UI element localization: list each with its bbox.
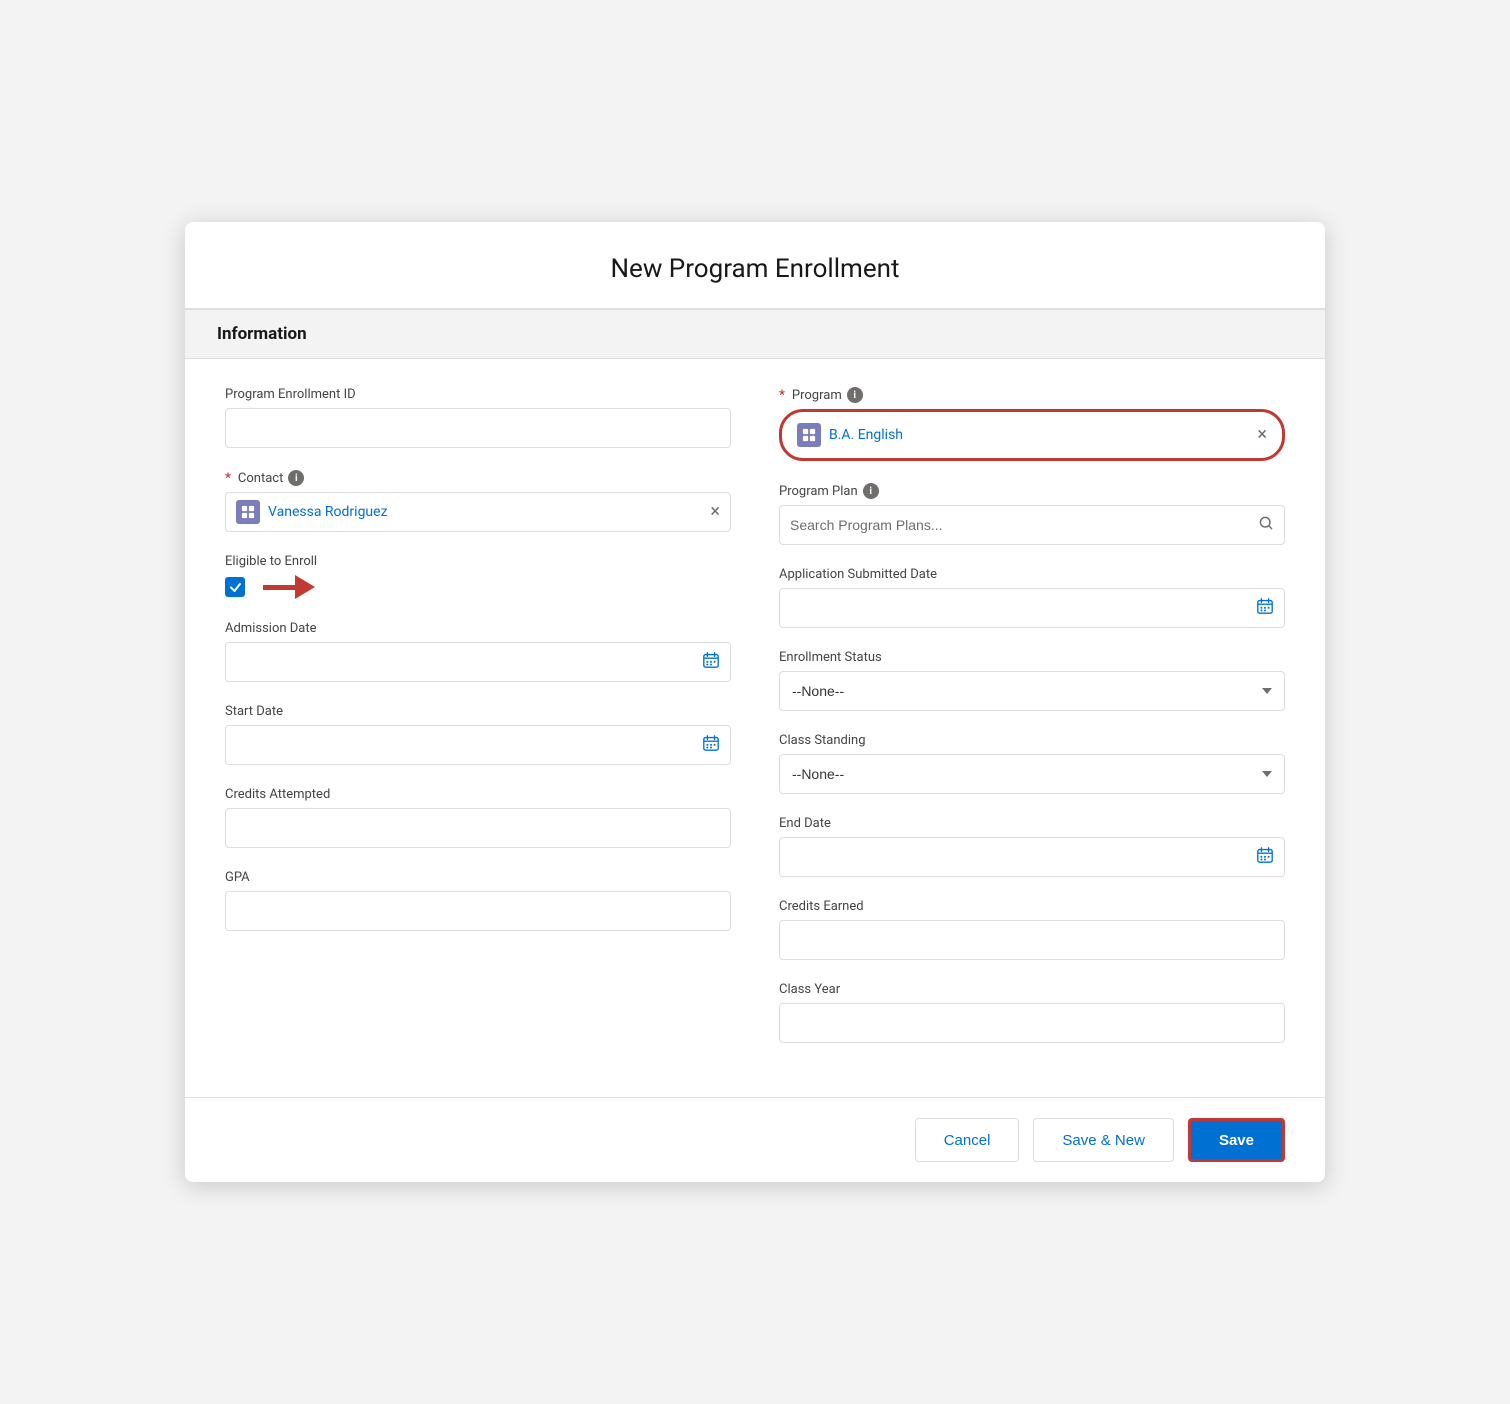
- arrow-head: [295, 575, 315, 599]
- start-date-label: Start Date: [225, 704, 731, 719]
- program-plan-group: Program Plan i: [779, 483, 1285, 545]
- credits-earned-input[interactable]: [779, 920, 1285, 960]
- form-body: Program Enrollment ID * Contact i: [185, 359, 1325, 1097]
- left-column: Program Enrollment ID * Contact i: [225, 387, 731, 1065]
- program-plan-info-icon[interactable]: i: [863, 483, 879, 499]
- program-label: * Program i: [779, 387, 1285, 403]
- program-enrollment-id-group: Program Enrollment ID: [225, 387, 731, 448]
- contact-value: Vanessa Rodriguez: [268, 504, 702, 520]
- modal-footer: Cancel Save & New Save: [185, 1097, 1325, 1182]
- new-program-enrollment-modal: New Program Enrollment Information Progr…: [185, 222, 1325, 1182]
- program-plan-search-icon[interactable]: [1258, 515, 1274, 535]
- program-plan-search-field[interactable]: [779, 505, 1285, 545]
- modal-title: New Program Enrollment: [185, 222, 1325, 309]
- credits-attempted-group: Credits Attempted: [225, 787, 731, 848]
- red-arrow-indicator: [263, 575, 315, 599]
- program-value: B.A. English: [829, 427, 1249, 443]
- program-enrollment-id-input[interactable]: [225, 408, 731, 448]
- program-group: * Program i: [779, 387, 1285, 461]
- contact-lookup-field[interactable]: Vanessa Rodriguez ×: [225, 492, 731, 532]
- gpa-group: GPA: [225, 870, 731, 931]
- class-year-input[interactable]: [779, 1003, 1285, 1043]
- contact-group: * Contact i Vaness: [225, 470, 731, 532]
- end-date-input[interactable]: [779, 837, 1285, 877]
- enrollment-status-group: Enrollment Status --None--: [779, 650, 1285, 711]
- admission-date-label: Admission Date: [225, 621, 731, 636]
- contact-label: * Contact i: [225, 470, 731, 486]
- program-lookup-field[interactable]: B.A. English ×: [785, 415, 1279, 455]
- eligible-to-enroll-label: Eligible to Enroll: [225, 554, 731, 569]
- credits-attempted-input[interactable]: [225, 808, 731, 848]
- section-header: Information: [185, 309, 1325, 359]
- eligible-to-enroll-group: Eligible to Enroll: [225, 554, 731, 599]
- right-column: * Program i: [779, 387, 1285, 1065]
- start-date-group: Start Date: [225, 704, 731, 765]
- form-grid: Program Enrollment ID * Contact i: [225, 387, 1285, 1065]
- enrollment-status-label: Enrollment Status: [779, 650, 1285, 665]
- class-year-label: Class Year: [779, 982, 1285, 997]
- enrollment-status-select[interactable]: --None--: [779, 671, 1285, 711]
- credits-earned-group: Credits Earned: [779, 899, 1285, 960]
- contact-clear-button[interactable]: ×: [710, 503, 720, 521]
- start-date-input[interactable]: [225, 725, 731, 765]
- end-date-group: End Date: [779, 816, 1285, 877]
- application-submitted-date-input[interactable]: [779, 588, 1285, 628]
- eligible-to-enroll-checkbox[interactable]: [225, 577, 245, 597]
- start-date-calendar-icon[interactable]: [702, 734, 720, 757]
- eligible-to-enroll-checkbox-group: [225, 575, 731, 599]
- program-enrollment-id-label: Program Enrollment ID: [225, 387, 731, 402]
- application-submitted-date-group: Application Submitted Date: [779, 567, 1285, 628]
- class-standing-label: Class Standing: [779, 733, 1285, 748]
- application-submitted-date-label: Application Submitted Date: [779, 567, 1285, 582]
- admission-date-calendar-icon[interactable]: [702, 651, 720, 674]
- save-button[interactable]: Save: [1188, 1118, 1285, 1162]
- program-plan-label: Program Plan i: [779, 483, 1285, 499]
- gpa-input[interactable]: [225, 891, 731, 931]
- credits-attempted-label: Credits Attempted: [225, 787, 731, 802]
- cancel-button[interactable]: Cancel: [915, 1118, 1020, 1162]
- program-clear-button[interactable]: ×: [1257, 426, 1267, 444]
- arrow-shaft: [263, 585, 295, 590]
- program-field-highlight: B.A. English ×: [779, 409, 1285, 461]
- save-new-button[interactable]: Save & New: [1033, 1118, 1174, 1162]
- class-standing-select[interactable]: --None--: [779, 754, 1285, 794]
- admission-date-input[interactable]: [225, 642, 731, 682]
- admission-date-group: Admission Date: [225, 621, 731, 682]
- contact-info-icon[interactable]: i: [288, 470, 304, 486]
- application-submitted-date-calendar-icon[interactable]: [1256, 597, 1274, 620]
- end-date-label: End Date: [779, 816, 1285, 831]
- contact-lookup-icon: [236, 500, 260, 524]
- program-lookup-icon: [797, 423, 821, 447]
- class-standing-group: Class Standing --None--: [779, 733, 1285, 794]
- end-date-calendar-icon[interactable]: [1256, 846, 1274, 869]
- program-info-icon[interactable]: i: [847, 387, 863, 403]
- class-year-group: Class Year: [779, 982, 1285, 1043]
- program-plan-input[interactable]: [790, 517, 1250, 533]
- gpa-label: GPA: [225, 870, 731, 885]
- credits-earned-label: Credits Earned: [779, 899, 1285, 914]
